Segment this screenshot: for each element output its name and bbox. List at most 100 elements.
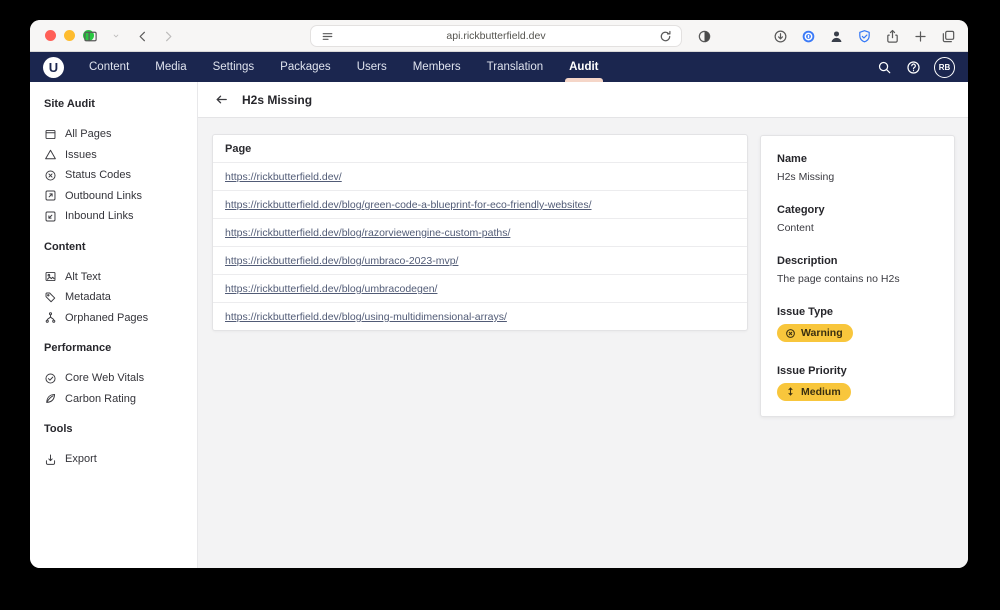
detail-field-label: Issue Type: [777, 306, 938, 318]
topnav-item-users[interactable]: Users: [344, 52, 400, 82]
browser-window: api.rickbutterfield.dev U ContentMediaSe…: [30, 20, 968, 568]
sidebar-item-outbound-links[interactable]: Outbound Links: [44, 186, 187, 207]
sidebar-section-title: Performance: [44, 342, 187, 354]
sidebar-item-label: Core Web Vitals: [65, 372, 144, 384]
help-icon[interactable]: [905, 59, 921, 75]
page-link[interactable]: https://rickbutterfield.dev/: [225, 171, 342, 183]
issue-detail-panel: NameH2s Missing Category Content Descriptio…: [760, 135, 955, 417]
sidebar-section-performance: Performance Core Web Vitals Carbon Rating: [44, 342, 187, 409]
sidebar-section-title: Site Audit: [44, 98, 187, 110]
detail-field-issue-type: Issue TypeWarning: [777, 306, 938, 344]
detail-field-label: Category: [777, 204, 938, 216]
chrome-nav-icons: [82, 28, 176, 44]
back-icon[interactable]: [134, 28, 150, 44]
onepassword-icon[interactable]: [800, 28, 816, 44]
reader-icon[interactable]: [319, 28, 335, 44]
download-circle-icon[interactable]: [772, 28, 788, 44]
back-button[interactable]: [214, 92, 230, 108]
sidebar-item-inbound-links[interactable]: Inbound Links: [44, 206, 187, 227]
issues-icon: [44, 148, 57, 161]
metadata-icon: [44, 291, 57, 304]
topnav-item-packages[interactable]: Packages: [267, 52, 344, 82]
topnav-item-media[interactable]: Media: [142, 52, 199, 82]
forward-icon[interactable]: [160, 28, 176, 44]
status-codes-icon: [44, 169, 57, 182]
table-column-header: Page: [213, 135, 747, 163]
sidebar-item-all-pages[interactable]: All Pages: [44, 124, 187, 145]
sidebar-item-carbon-rating[interactable]: Carbon Rating: [44, 389, 187, 410]
chrome-toolbar-icons: [772, 28, 956, 44]
table-row: https://rickbutterfield.dev/blog/razorvi…: [213, 219, 747, 247]
sidebar-item-orphaned-pages[interactable]: Orphaned Pages: [44, 308, 187, 329]
sidebar-item-status-codes[interactable]: Status Codes: [44, 165, 187, 186]
sidebar: Site Audit All Pages Issues Status Codes Out…: [30, 82, 198, 568]
search-icon[interactable]: [876, 59, 892, 75]
medium-badge: Medium: [777, 383, 851, 401]
close-window-button[interactable]: [45, 30, 56, 41]
topnav-item-members[interactable]: Members: [400, 52, 474, 82]
detail-field-value: The page contains no H2s: [777, 273, 938, 285]
topnav-item-content[interactable]: Content: [76, 52, 142, 82]
pages-table: Page https://rickbutterfield.dev/https:/…: [212, 134, 748, 331]
carbon-rating-icon: [44, 392, 57, 405]
sidebar-item-label: All Pages: [65, 128, 111, 140]
share-icon[interactable]: [884, 28, 900, 44]
priority-arrows-icon: [785, 386, 796, 397]
contrast-icon[interactable]: [696, 28, 712, 44]
sidebar-toggle-icon[interactable]: [82, 28, 98, 44]
detail-field-label: Description: [777, 255, 938, 267]
topnav-items: ContentMediaSettingsPackagesUsersMembers…: [76, 52, 612, 82]
page-link[interactable]: https://rickbutterfield.dev/blog/razorvi…: [225, 227, 510, 239]
shield-check-icon[interactable]: [856, 28, 872, 44]
detail-field-issue-priority: Issue Priority Medium: [777, 365, 938, 403]
topnav-item-translation[interactable]: Translation: [474, 52, 556, 82]
page-link[interactable]: https://rickbutterfield.dev/blog/using-m…: [225, 311, 507, 323]
outbound-links-icon: [44, 189, 57, 202]
extension-avatar-icon[interactable]: [828, 28, 844, 44]
table-row: https://rickbutterfield.dev/blog/umbraco…: [213, 247, 747, 275]
sidebar-item-label: Carbon Rating: [65, 393, 136, 405]
inbound-links-icon: [44, 210, 57, 223]
main-header: H2s Missing: [198, 82, 968, 118]
new-tab-icon[interactable]: [912, 28, 928, 44]
topnav-item-audit[interactable]: Audit: [556, 52, 611, 82]
orphaned-pages-icon: [44, 311, 57, 324]
avatar[interactable]: RB: [934, 57, 955, 78]
sidebar-item-issues[interactable]: Issues: [44, 145, 187, 166]
page-link[interactable]: https://rickbutterfield.dev/blog/umbraco…: [225, 255, 458, 267]
table-row: https://rickbutterfield.dev/blog/umbraco…: [213, 275, 747, 303]
minimize-window-button[interactable]: [64, 30, 75, 41]
sidebar-item-label: Issues: [65, 149, 97, 161]
reload-icon[interactable]: [657, 28, 673, 44]
warning-circle-icon: [785, 328, 796, 339]
main-content: Page https://rickbutterfield.dev/https:/…: [198, 118, 968, 568]
chevron-down-icon[interactable]: [108, 28, 124, 44]
sidebar-item-label: Outbound Links: [65, 190, 142, 202]
topnav-item-settings[interactable]: Settings: [200, 52, 268, 82]
tabs-icon[interactable]: [940, 28, 956, 44]
table-row: https://rickbutterfield.dev/: [213, 163, 747, 191]
sidebar-item-label: Status Codes: [65, 169, 131, 181]
all-pages-icon: [44, 128, 57, 141]
sidebar-item-metadata[interactable]: Metadata: [44, 287, 187, 308]
sidebar-section-title: Tools: [44, 423, 187, 435]
sidebar-section-title: Content: [44, 241, 187, 253]
sidebar-item-label: Alt Text: [65, 271, 101, 283]
sidebar-item-alt-text[interactable]: Alt Text: [44, 267, 187, 288]
badge-label: Medium: [801, 386, 841, 398]
sidebar-item-export[interactable]: Export: [44, 449, 187, 470]
detail-field-name: NameH2s Missing: [777, 153, 938, 183]
address-bar[interactable]: api.rickbutterfield.dev: [310, 25, 682, 47]
page-link[interactable]: https://rickbutterfield.dev/blog/green-c…: [225, 199, 592, 211]
umbraco-logo-icon[interactable]: U: [43, 57, 64, 78]
address-text[interactable]: api.rickbutterfield.dev: [335, 30, 657, 42]
umbraco-topnav: U ContentMediaSettingsPackagesUsersMembe…: [30, 52, 968, 82]
sidebar-section-content: Content Alt Text MetadataOrphaned Pages: [44, 241, 187, 329]
sidebar-item-core-web-vitals[interactable]: Core Web Vitals: [44, 368, 187, 389]
sidebar-item-label: Export: [65, 453, 97, 465]
main-area: H2s Missing Page https://rickbutterfield…: [198, 82, 968, 568]
detail-field-label: Issue Priority: [777, 365, 938, 377]
page-link[interactable]: https://rickbutterfield.dev/blog/umbraco…: [225, 283, 437, 295]
detail-field-description: Description The page contains no H2s: [777, 255, 938, 285]
detail-field-value: Content: [777, 222, 938, 234]
